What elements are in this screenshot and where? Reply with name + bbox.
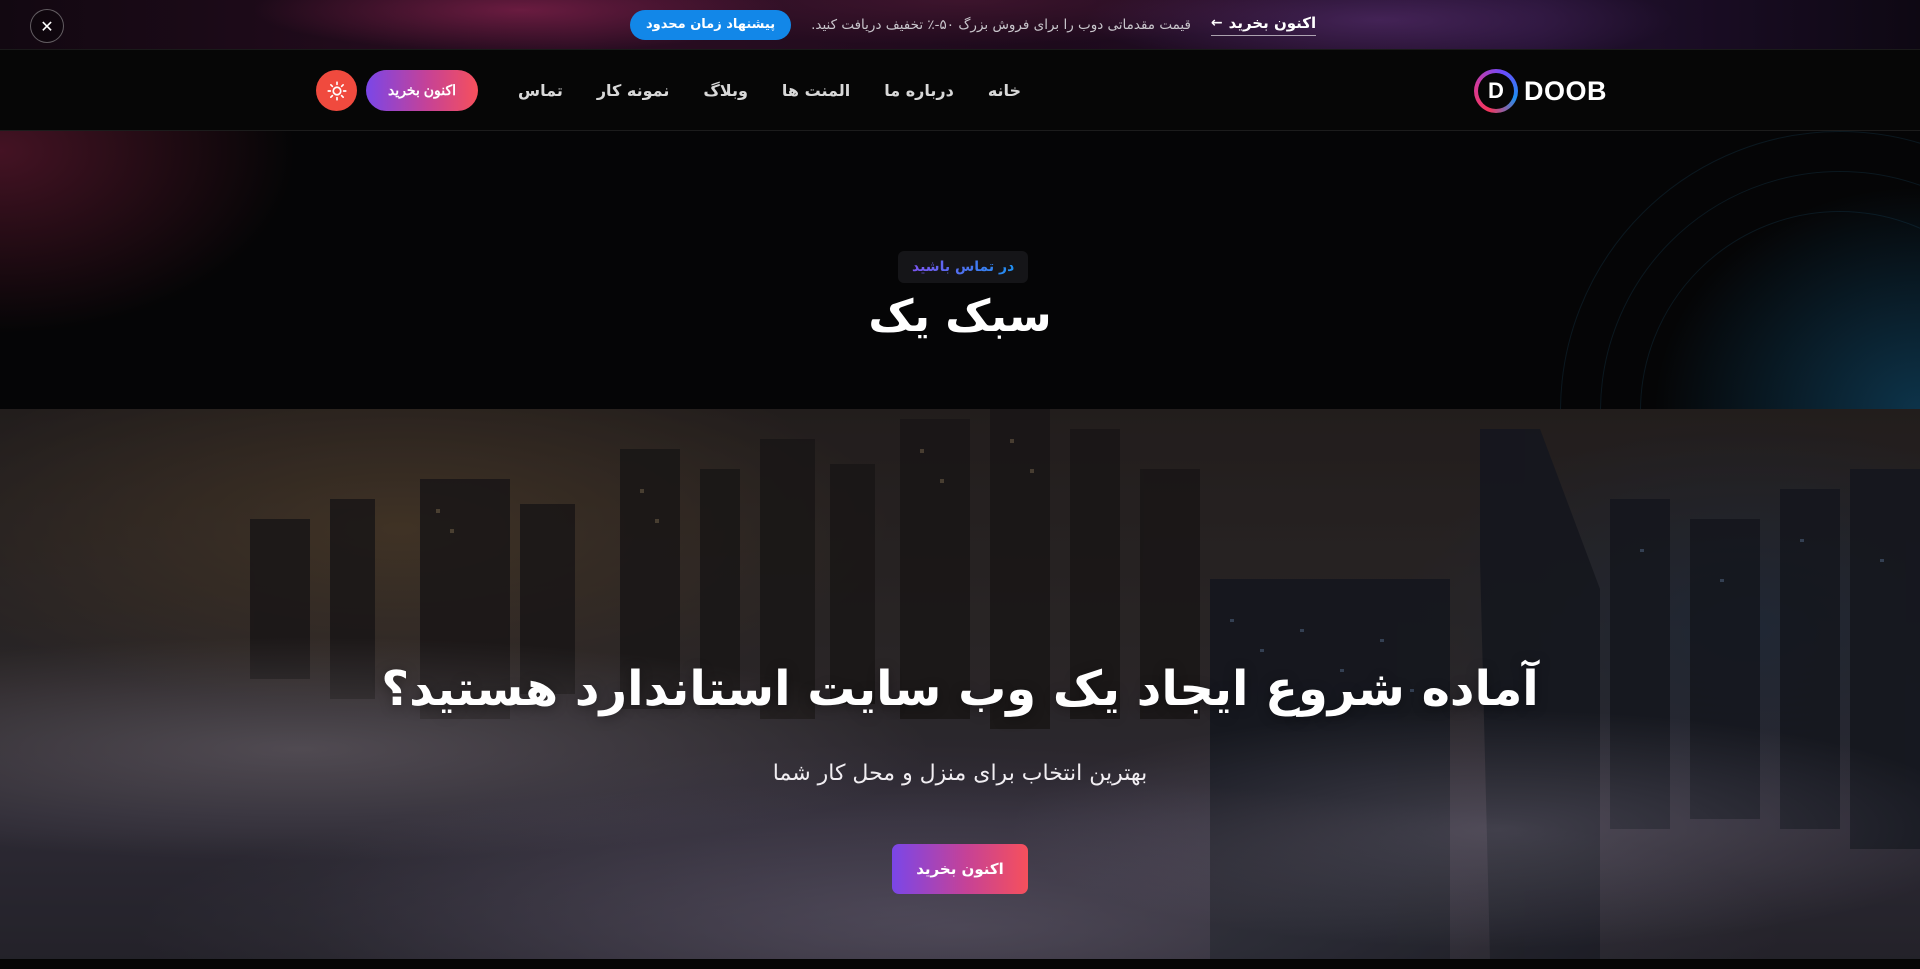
logo[interactable]: D DOOB (1474, 68, 1607, 114)
nav-item-about[interactable]: درباره ما (884, 81, 954, 100)
bottom-strip (0, 959, 1920, 969)
nav-item-portfolio[interactable]: نمونه کار (597, 81, 670, 100)
buy-now-button[interactable]: اکنون بخرید (366, 70, 478, 111)
site-header: D DOOB خانه درباره ما المنت ها وبلاگ نمو… (0, 50, 1920, 131)
logo-letter: D (1478, 73, 1514, 109)
nav-item-blog[interactable]: وبلاگ (703, 81, 747, 100)
cta-heading: آماده شروع ایجاد یک وب سایت استاندارد هس… (381, 661, 1539, 717)
cta-section: آماده شروع ایجاد یک وب سایت استاندارد هس… (0, 409, 1920, 959)
subtitle-text: در تماس باشید (912, 259, 1015, 275)
arrow-left-icon: ← (1210, 15, 1223, 31)
cta-subheading: بهترین انتخاب برای منزل و محل کار شما (772, 761, 1148, 786)
cta-buy-now-button[interactable]: اکنون بخرید (892, 844, 1028, 894)
logo-mark: D (1474, 69, 1518, 113)
page-title-section: در تماس باشید سبک یک (0, 131, 1920, 409)
promo-buy-link[interactable]: اکنون بخرید ← (1210, 14, 1317, 36)
nav-item-elements[interactable]: المنت ها (782, 81, 850, 100)
promo-text: قیمت مقدماتی دوب را برای فروش بزرگ ۵۰-٪ … (811, 17, 1191, 33)
theme-toggle-button[interactable] (316, 70, 357, 111)
promo-link-label: اکنون بخرید (1228, 14, 1317, 32)
promo-badge[interactable]: پیشنهاد زمان محدود (630, 10, 792, 40)
page-title: سبک یک (868, 291, 1052, 342)
main-nav: خانه درباره ما المنت ها وبلاگ نمونه کار … (518, 50, 1021, 131)
close-icon[interactable]: ✕ (30, 9, 64, 43)
subtitle-pill: در تماس باشید (898, 251, 1029, 283)
nav-item-contact[interactable]: تماس (518, 81, 563, 100)
logo-text: DOOB (1524, 75, 1607, 106)
sun-icon (326, 80, 347, 101)
nav-item-home[interactable]: خانه (988, 81, 1021, 100)
promo-content: پیشنهاد زمان محدود قیمت مقدماتی دوب را ب… (630, 0, 1317, 50)
promo-bar: پیشنهاد زمان محدود قیمت مقدماتی دوب را ب… (0, 0, 1920, 50)
